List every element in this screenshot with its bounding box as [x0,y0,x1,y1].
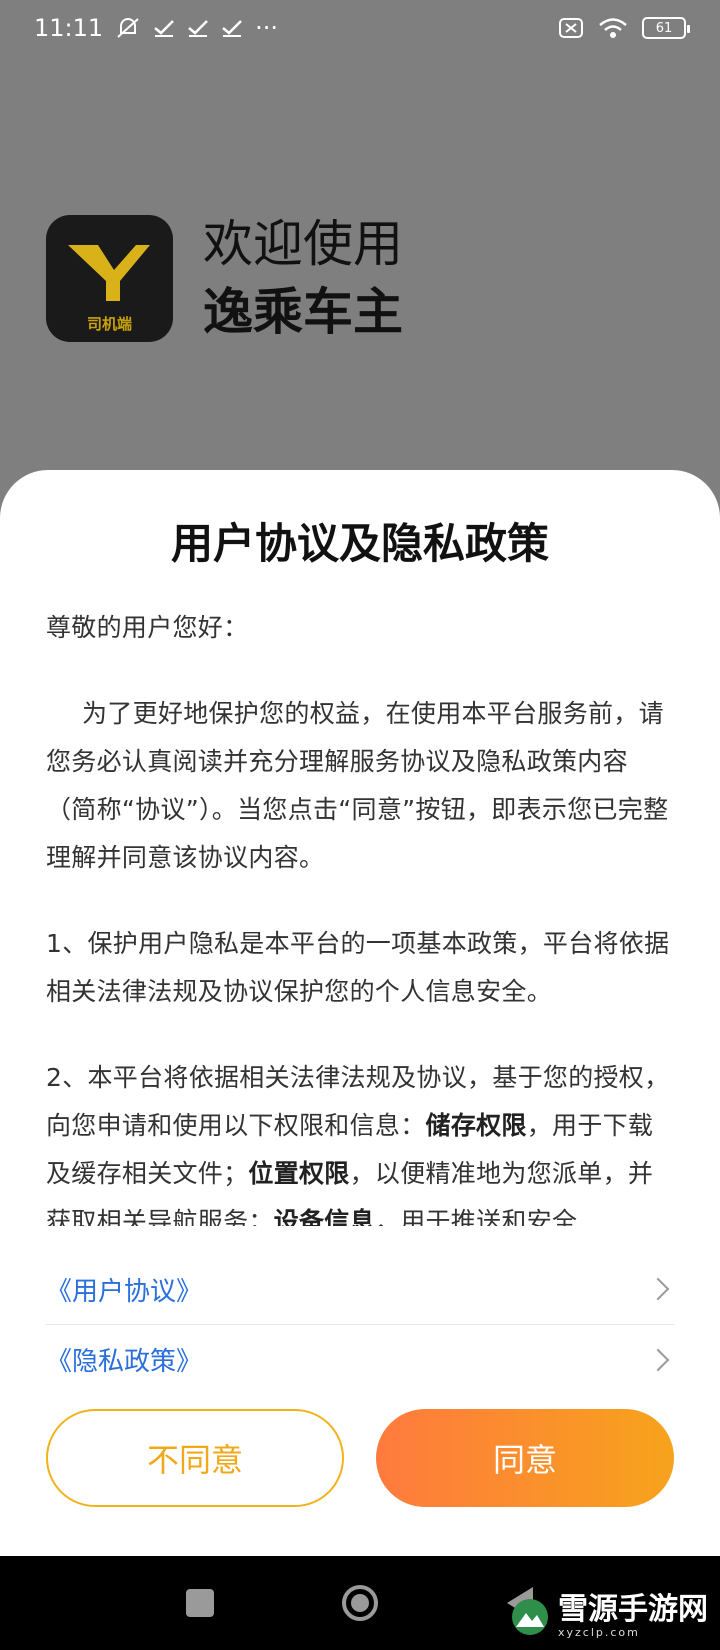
status-bar: 11:11 ··· 61 [0,0,720,56]
mountain-logo-icon [512,1598,548,1635]
privacy-policy-label: 《隐私政策》 [46,1347,203,1377]
location-permission-label: 位置权限 [248,1159,350,1188]
intro-paragraph: 为了更好地保护您的权益，在使用本平台服务前，请您务必认真阅读并充分理解服务协议及… [46,699,669,872]
app-name: 逸乘车主 [203,283,403,341]
home-circle-icon [342,1585,378,1621]
no-sim-icon [558,17,584,39]
disagree-button[interactable]: 不同意 [46,1409,344,1507]
check-icon [187,18,209,38]
battery-level: 61 [655,20,673,36]
check-icon [153,18,175,38]
watermark: 雪源手游网 xyzclp.com [510,1594,708,1639]
watermark-text-block: 雪源手游网 xyzclp.com [558,1592,708,1640]
chevron-right-icon [646,1348,670,1371]
agreement-links: 《用户协议》 《隐私政策》 [46,1254,674,1394]
square-icon [186,1589,214,1617]
agreement-scroll-area[interactable]: 尊敬的用户您好： 为了更好地保护您的权益，在使用本平台服务前，请您务必认真阅读并… [46,604,676,1226]
privacy-policy-link[interactable]: 《隐私政策》 [46,1324,674,1394]
privacy-paragraph: 1、保护用户隐私是本平台的一项基本政策，平台将依据相关法律法规及协议保护您的个人… [46,929,670,1006]
device-info-label: 设备信息 [273,1207,375,1226]
app-logo: 司机端 [46,214,173,342]
battery-icon: 61 [642,17,690,39]
permission-text-e: ，用于推送和安全 [374,1207,578,1226]
agree-button[interactable]: 同意 [376,1409,674,1507]
chevron-right-icon [646,1277,670,1301]
mute-bell-icon [115,16,141,40]
welcome-text: 欢迎使用 逸乘车主 [203,214,403,342]
storage-permission-label: 储存权限 [425,1111,527,1140]
status-left: 11:11 ··· [34,14,278,42]
permission-paragraph: 2、本平台将依据相关法律法规及协议，基于您的授权，向您申请和使用以下权限和信息：… [46,1054,676,1226]
user-agreement-label: 《用户协议》 [46,1276,203,1307]
wifi-icon [598,17,628,39]
watermark-sub: xyzclp.com [558,1626,640,1639]
status-time: 11:11 [34,14,104,42]
logo-sub-label: 司机端 [86,314,132,333]
check-icon [221,18,243,38]
greeting-text: 尊敬的用户您好： [46,613,249,642]
app-header: 司机端 欢迎使用 逸乘车主 [46,214,403,342]
recent-apps-button[interactable] [178,1581,222,1625]
more-notifications: ··· [255,14,279,42]
home-button[interactable] [338,1581,382,1625]
welcome-line1: 欢迎使用 [203,215,403,273]
user-agreement-link[interactable]: 《用户协议》 [46,1254,674,1324]
watermark-text: 雪源手游网 [558,1592,708,1627]
action-buttons: 不同意 同意 [46,1409,674,1507]
status-right: 61 [558,17,690,39]
dialog-title: 用户协议及隐私政策 [170,519,549,568]
